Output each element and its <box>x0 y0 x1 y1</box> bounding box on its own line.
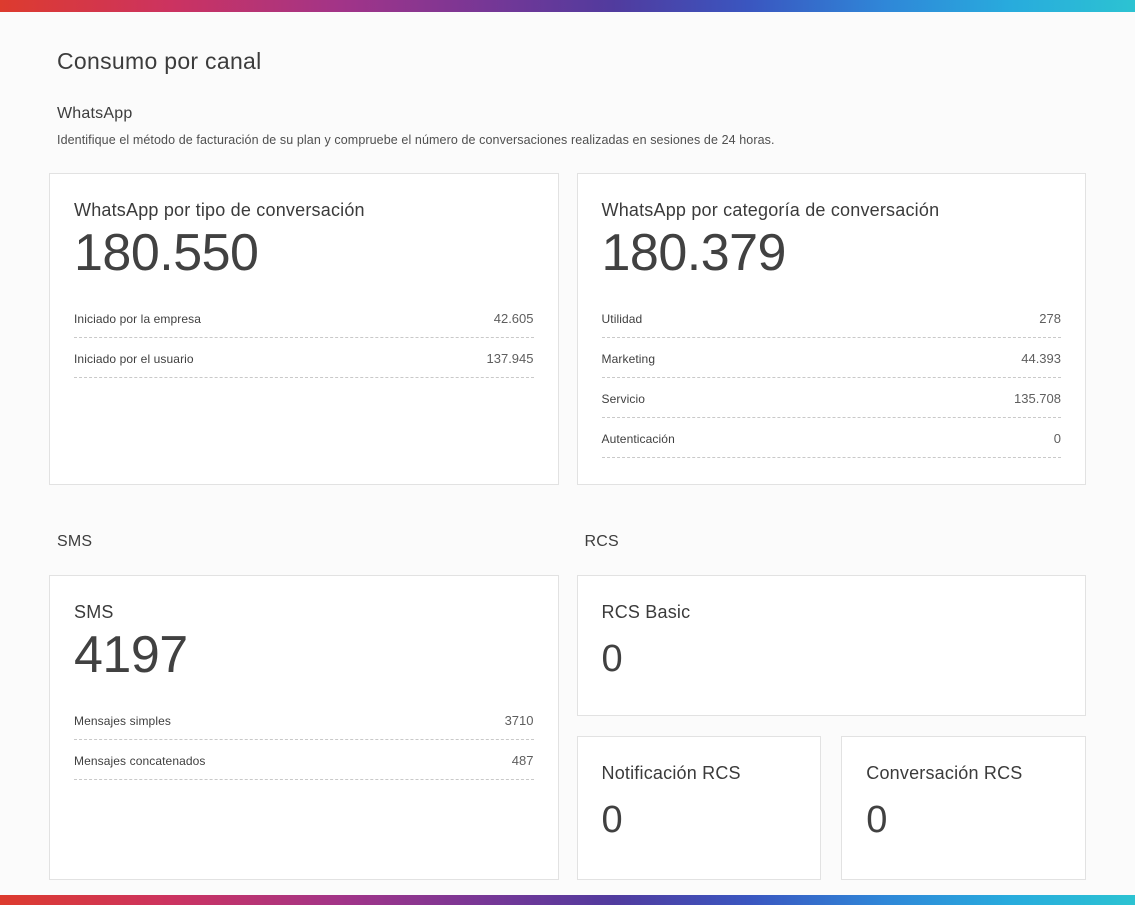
stat-row: Servicio 135.708 <box>601 378 1061 419</box>
rcs-conversation-total: 0 <box>866 799 888 842</box>
stat-row: Marketing 44.393 <box>601 338 1061 379</box>
stat-row: Utilidad 278 <box>601 298 1061 339</box>
whatsapp-by-type-title: WhatsApp por tipo de conversación <box>74 200 365 220</box>
rcs-basic-title: RCS Basic <box>601 602 691 623</box>
stat-label: Iniciado por el usuario <box>74 352 194 367</box>
rcs-conversation-card: Conversación RCS 0 <box>841 736 1086 881</box>
stat-value: 278 <box>1039 311 1061 327</box>
stat-label: Autenticación <box>601 432 675 447</box>
whatsapp-by-type-total: 180.550 <box>74 224 259 282</box>
rcs-small-cards-grid: Notificación RCS 0 Conversación RCS 0 <box>576 736 1086 881</box>
stat-row: Autenticación 0 <box>601 418 1061 459</box>
stat-value: 44.393 <box>1021 351 1061 367</box>
whatsapp-cards-grid: WhatsApp por tipo de conversación 180.55… <box>49 173 1086 486</box>
whatsapp-by-type-rows: Iniciado por la empresa 42.605 Iniciado … <box>74 298 534 379</box>
stat-value: 137.945 <box>486 351 534 367</box>
sms-rows: Mensajes simples 3710 Mensajes concatena… <box>74 700 534 781</box>
rcs-basic-card: RCS Basic 0 <box>576 575 1086 717</box>
stat-row: Mensajes concatenados 487 <box>74 740 534 781</box>
rcs-notification-card: Notificación RCS 0 <box>576 736 822 881</box>
rcs-basic-total: 0 <box>601 638 623 681</box>
whatsapp-by-category-total: 180.379 <box>601 224 787 282</box>
whatsapp-by-category-card: WhatsApp por categoría de conversación 1… <box>576 173 1086 486</box>
sms-column: SMS SMS 4197 Mensajes simples 3710 Mensa… <box>49 533 559 881</box>
stat-value: 135.708 <box>1014 391 1061 407</box>
stat-value: 487 <box>511 753 534 769</box>
rcs-notification-total: 0 <box>601 799 623 842</box>
rcs-section-heading: RCS <box>584 533 619 551</box>
rcs-column: RCS RCS Basic 0 Notificación RCS 0 Conve… <box>576 533 1086 881</box>
sms-total: 4197 <box>74 626 188 685</box>
stat-label: Utilidad <box>601 312 643 327</box>
whatsapp-section-heading: WhatsApp <box>57 105 133 122</box>
whatsapp-section-description: Identifique el método de facturación de … <box>57 133 775 147</box>
rcs-conversation-title: Conversación RCS <box>866 763 1023 784</box>
whatsapp-by-category-rows: Utilidad 278 Marketing 44.393 Servicio 1… <box>601 298 1061 459</box>
stat-row: Iniciado por la empresa 42.605 <box>74 298 534 339</box>
stat-value: 42.605 <box>493 311 534 327</box>
stat-value: 0 <box>1053 431 1061 447</box>
page-title: Consumo por canal <box>57 48 262 74</box>
sms-card: SMS 4197 Mensajes simples 3710 Mensajes … <box>49 575 559 881</box>
stat-row: Mensajes simples 3710 <box>74 700 534 741</box>
whatsapp-section: WhatsApp Identifique el método de factur… <box>49 105 1086 486</box>
stat-label: Iniciado por la empresa <box>74 312 202 327</box>
sms-section-heading: SMS <box>57 533 93 551</box>
stat-row: Iniciado por el usuario 137.945 <box>74 338 534 379</box>
consumption-page: Consumo por canal WhatsApp Identifique e… <box>0 12 1135 881</box>
stat-label: Mensajes concatenados <box>74 754 206 769</box>
sms-rcs-grid: SMS SMS 4197 Mensajes simples 3710 Mensa… <box>49 533 1086 881</box>
top-brand-gradient-bar <box>0 0 1135 12</box>
stat-label: Marketing <box>601 352 656 367</box>
whatsapp-by-type-card: WhatsApp por tipo de conversación 180.55… <box>49 173 559 486</box>
bottom-brand-gradient-bar <box>0 895 1135 905</box>
sms-card-title: SMS <box>74 602 114 623</box>
stat-label: Servicio <box>601 392 645 407</box>
stat-value: 3710 <box>504 713 534 729</box>
stat-label: Mensajes simples <box>74 714 171 729</box>
whatsapp-by-category-title: WhatsApp por categoría de conversación <box>601 200 940 220</box>
rcs-notification-title: Notificación RCS <box>601 763 741 784</box>
